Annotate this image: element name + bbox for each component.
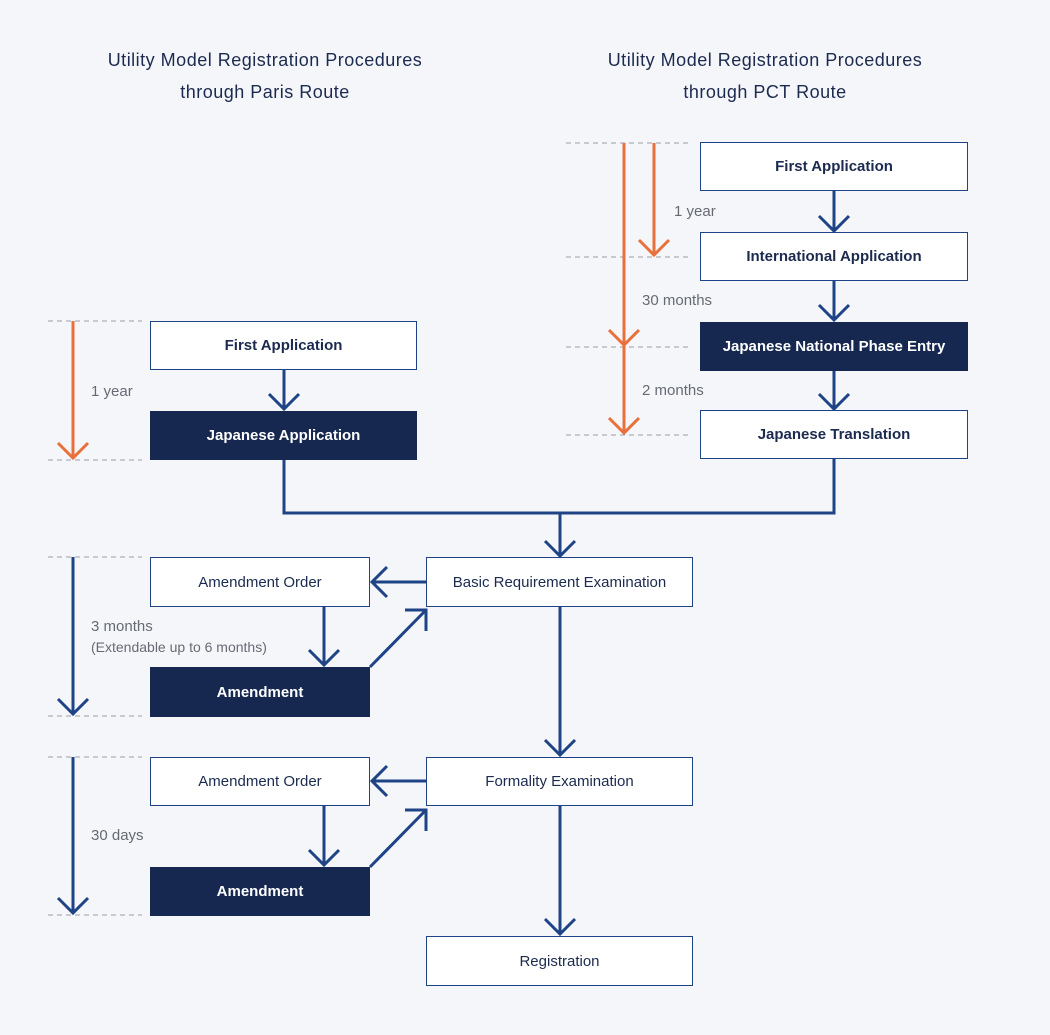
pct-first-application-label: First Application: [775, 158, 893, 175]
flow-merge: [282, 459, 836, 515]
exam1-deadline-note: (Extendable up to 6 months): [91, 639, 267, 655]
amendment-order-box-1: Amendment Order: [150, 557, 370, 607]
basic-requirement-examination-label: Basic Requirement Examination: [452, 573, 667, 591]
registration-label: Registration: [519, 952, 600, 970]
pct-deadline-30months: 30 months: [642, 292, 713, 309]
amendment-label-1: Amendment: [216, 683, 304, 701]
japanese-translation-label: Japanese Translation: [757, 426, 911, 443]
amendment-order-label-2: Amendment Order: [198, 773, 322, 790]
formality-examination-label: Formality Examination: [485, 773, 634, 790]
pct-deadline-1year: 1 year: [674, 203, 716, 220]
paris-first-application-label: First Application: [224, 337, 343, 354]
paris-deadline-1year: 1 year: [91, 383, 133, 400]
deadline-arrows-blue: [56, 557, 90, 916]
flow-amendment-2-to-formality: [368, 808, 428, 869]
amendment-box-2: Amendment: [150, 867, 370, 916]
japanese-application-box: Japanese Application: [150, 411, 417, 460]
registration-box: Registration: [426, 936, 693, 986]
amendment-box-1: Amendment: [150, 667, 370, 717]
paris-first-application-box: First Application: [150, 321, 417, 370]
international-application-box: International Application: [700, 232, 968, 281]
exam1-deadline-main: 3 months: [91, 618, 153, 635]
exam1-deadline: 3 months (Extendable up to 6 months): [91, 617, 267, 657]
amendment-label-2: Amendment: [216, 883, 304, 900]
amendment-order-box-2: Amendment Order: [150, 757, 370, 806]
basic-requirement-examination-box: Basic Requirement Examination: [426, 557, 693, 607]
japanese-application-label: Japanese Application: [206, 427, 361, 444]
formality-examination-box: Formality Examination: [426, 757, 693, 806]
amendment-order-label-1: Amendment Order: [198, 573, 322, 591]
international-application-label: International Application: [746, 248, 922, 265]
pct-deadline-2months: 2 months: [642, 382, 704, 399]
flow-amendment-1-to-basic: [368, 608, 428, 669]
pct-first-application-box: First Application: [700, 142, 968, 191]
exam2-deadline: 30 days: [91, 827, 144, 844]
national-phase-entry-label: Japanese National Phase Entry: [722, 338, 946, 355]
national-phase-entry-box: Japanese National Phase Entry: [700, 322, 968, 371]
japanese-translation-box: Japanese Translation: [700, 410, 968, 459]
